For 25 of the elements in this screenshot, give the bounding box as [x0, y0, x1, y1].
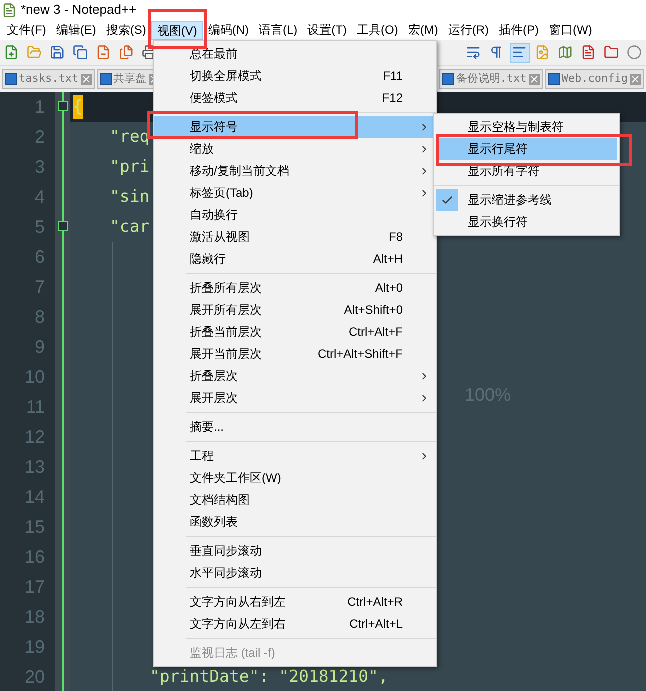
line-number: 7: [34, 276, 46, 299]
line-number: 5: [34, 216, 46, 239]
line-number: 16: [24, 546, 46, 569]
line-number: 12: [24, 426, 46, 449]
line-number: 1: [34, 96, 46, 119]
line-number: 10: [24, 366, 46, 389]
line-number: 4: [34, 186, 46, 209]
code-line: "printDate": "20181210",: [150, 666, 388, 688]
line-number: 17: [24, 576, 46, 599]
line-number: 11: [25, 396, 46, 419]
line-number: 9: [34, 336, 46, 359]
line-number: 13: [24, 456, 46, 479]
line-number: 19: [24, 636, 46, 659]
code-line: "sin: [110, 186, 150, 208]
line-number: 8: [34, 306, 46, 329]
line-number: 3: [34, 156, 46, 179]
code-line: "car: [110, 216, 150, 238]
code-line: "pri: [110, 156, 150, 178]
line-number: 14: [24, 486, 46, 509]
window-title: *new 3 - Notepad++: [21, 1, 137, 20]
line-number: 20: [24, 666, 46, 689]
line-number: 6: [34, 246, 46, 269]
line-number: 18: [24, 606, 46, 629]
line-number: 15: [24, 516, 46, 539]
line-number: 2: [34, 126, 46, 149]
